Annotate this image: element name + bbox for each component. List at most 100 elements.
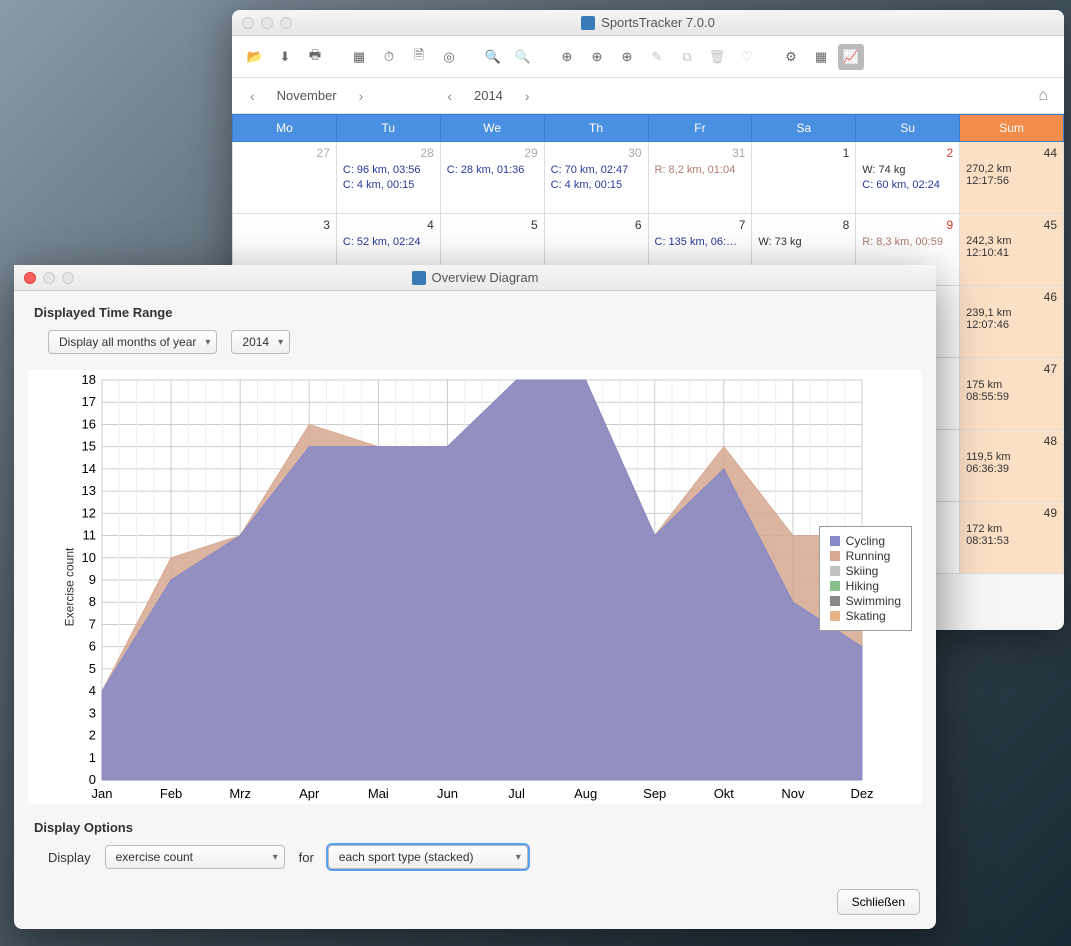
chart-plot: 0123456789101112131415161718JanFebMrzApr… [80,370,910,810]
svg-text:16: 16 [82,416,96,431]
year-select[interactable]: 2014 [231,330,290,354]
calendar-cell[interactable]: 1 [752,142,856,214]
week-summary-cell: 44270,2 km12:17:56 [960,142,1064,214]
chart-icon[interactable]: 📈 [838,44,864,70]
metric-select[interactable]: exercise count [105,845,285,869]
svg-text:Mai: Mai [368,786,389,801]
prev-year-icon[interactable]: ‹ [443,88,456,104]
svg-text:2: 2 [89,728,96,743]
svg-text:15: 15 [82,439,96,454]
weekday-header: We [440,115,544,142]
stopwatch-icon[interactable]: ⏱ [376,44,402,70]
week-summary-cell: 45242,3 km12:10:41 [960,214,1064,286]
svg-text:Feb: Feb [160,786,182,801]
grid-icon[interactable]: ▦ [808,44,834,70]
calendar-cell[interactable]: 2W: 74 kgC: 60 km, 02:24 [856,142,960,214]
document-icon[interactable]: 🗎 [406,44,432,70]
svg-text:Jun: Jun [437,786,458,801]
window-title: SportsTracker 7.0.0 [601,15,715,30]
edit-icon[interactable]: ✎ [644,44,670,70]
range-section-label: Displayed Time Range [14,291,936,326]
svg-text:Mrz: Mrz [229,786,251,801]
svg-text:3: 3 [89,705,96,720]
legend-item: Swimming [830,594,901,608]
main-titlebar: SportsTracker 7.0.0 [232,10,1064,36]
svg-text:11: 11 [83,528,97,543]
next-month-icon[interactable]: › [355,88,368,104]
year-label: 2014 [474,88,503,103]
chart-legend: CyclingRunningSkiingHikingSwimmingSkatin… [819,526,912,631]
svg-text:Jan: Jan [92,786,113,801]
nav-row: ‹ November › ‹ 2014 › ⌂ [232,78,1064,114]
legend-item: Running [830,549,901,563]
week-summary-cell: 47175 km08:55:59 [960,358,1064,430]
dialog-titlebar: Overview Diagram [14,265,936,291]
svg-text:Sep: Sep [643,786,666,801]
y-axis-label: Exercise count [62,548,76,627]
minimize-icon[interactable] [43,272,55,284]
next-year-icon[interactable]: › [521,88,534,104]
weekday-header: Th [544,115,648,142]
calendar-cell[interactable]: 29C: 28 km, 01:36 [440,142,544,214]
weekday-header: Su [856,115,960,142]
zoom-out-icon[interactable]: 🔍 [510,44,536,70]
target-icon[interactable]: ◎ [436,44,462,70]
svg-text:0: 0 [89,772,96,787]
svg-text:7: 7 [89,616,96,631]
svg-text:1: 1 [89,750,96,765]
svg-text:Nov: Nov [781,786,805,801]
add-exercise-icon[interactable]: ⊕ [554,44,580,70]
copy-icon[interactable]: ⧉ [674,44,700,70]
zoom-icon[interactable] [280,17,292,29]
svg-text:8: 8 [89,594,96,609]
svg-text:5: 5 [89,661,96,676]
legend-item: Cycling [830,534,901,548]
save-icon[interactable]: ⬇ [272,44,298,70]
heart-icon[interactable]: ♡ [734,44,760,70]
zoom-in-icon[interactable]: 🔍 [480,44,506,70]
display-word: Display [48,850,91,865]
svg-text:4: 4 [89,683,96,698]
week-summary-cell: 49172 km08:31:53 [960,502,1064,574]
overview-dialog: Overview Diagram Displayed Time Range Di… [14,265,936,929]
settings-icon[interactable]: ⚙ [778,44,804,70]
range-select[interactable]: Display all months of year [48,330,217,354]
calendar-cell[interactable]: 28C: 96 km, 03:56C: 4 km, 00:15 [336,142,440,214]
print-icon[interactable]: 🖶 [302,44,328,70]
toolbar: 📂 ⬇ 🖶 ▦ ⏱ 🗎 ◎ 🔍 🔍 ⊕ ⊕ ⊕ ✎ ⧉ 🗑 ♡ ⚙ ▦ 📈 [232,36,1064,78]
calendar-cell[interactable]: 31R: 8,2 km, 01:04 [648,142,752,214]
group-select[interactable]: each sport type (stacked) [328,845,528,869]
svg-text:6: 6 [89,639,96,654]
prev-month-icon[interactable]: ‹ [246,88,259,104]
options-section-label: Display Options [14,806,936,841]
legend-item: Skiing [830,564,901,578]
calendar-cell[interactable]: 30C: 70 km, 02:47C: 4 km, 00:15 [544,142,648,214]
close-button[interactable]: Schließen [837,889,920,915]
calendar-cell[interactable]: 27 [233,142,337,214]
svg-text:17: 17 [82,394,96,409]
week-summary-cell: 46239,1 km12:07:46 [960,286,1064,358]
calendar-icon[interactable]: ▦ [346,44,372,70]
svg-text:Dez: Dez [850,786,873,801]
close-icon[interactable] [242,17,254,29]
svg-text:Jul: Jul [508,786,525,801]
dialog-title: Overview Diagram [432,270,539,285]
svg-text:Apr: Apr [299,786,320,801]
svg-text:9: 9 [89,572,96,587]
delete-icon[interactable]: 🗑 [704,44,730,70]
minimize-icon[interactable] [261,17,273,29]
app-icon [581,16,595,30]
zoom-icon[interactable] [62,272,74,284]
week-summary-cell: 48119,5 km06:36:39 [960,430,1064,502]
weekday-header: Sum [960,115,1064,142]
open-icon[interactable]: 📂 [242,44,268,70]
svg-text:18: 18 [82,372,96,387]
close-icon[interactable] [24,272,36,284]
legend-item: Skating [830,609,901,623]
legend-item: Hiking [830,579,901,593]
for-word: for [299,850,314,865]
add-note-icon[interactable]: ⊕ [584,44,610,70]
svg-text:12: 12 [82,505,96,520]
home-icon[interactable]: ⌂ [1038,87,1048,105]
add-weight-icon[interactable]: ⊕ [614,44,640,70]
